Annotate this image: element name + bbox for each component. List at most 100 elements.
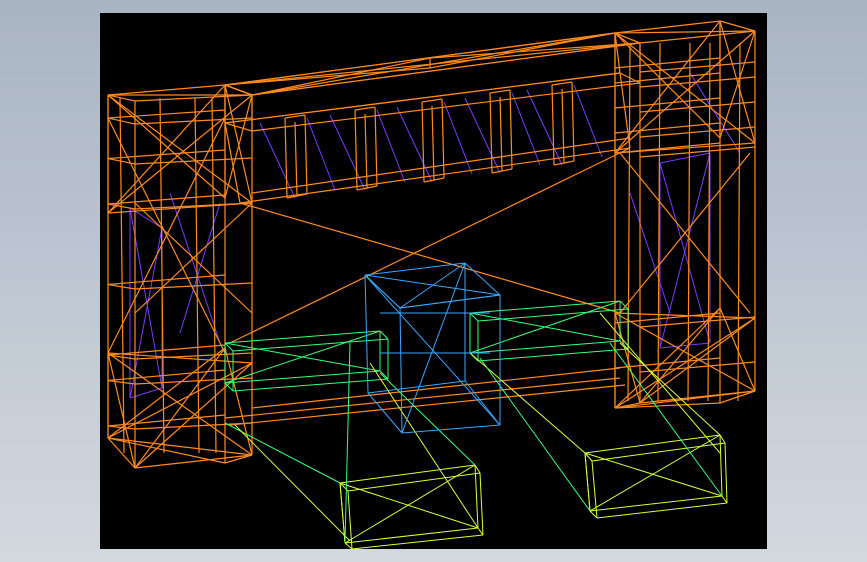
left-rail [379, 330, 389, 340]
left-foot [351, 534, 484, 549]
central-cube [364, 262, 501, 434]
lower-beam [251, 367, 621, 409]
cube-diagonal [401, 262, 466, 434]
left-column-edge [107, 84, 226, 96]
top-beam-brace [251, 42, 641, 96]
left-column-brace [107, 84, 226, 214]
right-column-brace [614, 390, 756, 409]
truss-diagonals [129, 72, 741, 399]
cube-edge [399, 307, 403, 434]
right-column-post [687, 42, 691, 402]
truss-bay [441, 98, 445, 179]
right-foot [719, 434, 723, 497]
left-column-band [107, 283, 136, 290]
top-beam-edge [614, 32, 641, 44]
left-column-post [159, 97, 165, 454]
truss-bay [551, 81, 573, 86]
top-beam-edge [251, 82, 641, 132]
cube-edge [367, 392, 403, 434]
left-inner-diagonal [169, 192, 221, 344]
truss-diagonal [306, 117, 336, 191]
wireframe-model [107, 20, 756, 549]
truss-bay [284, 117, 288, 199]
right-inner-diagonal [689, 72, 741, 154]
left-column-post [119, 97, 125, 454]
right-column-brace [719, 30, 756, 139]
left-column-band [107, 194, 226, 205]
left-column-post [194, 97, 200, 454]
right-column-edge [719, 20, 756, 32]
right-column-brace [719, 20, 756, 144]
cube-edge [401, 424, 501, 434]
left-column-brace [107, 352, 136, 469]
leg-brace [479, 357, 591, 512]
leg-brace [234, 424, 351, 542]
right-inner-diagonal [629, 192, 671, 314]
truss-bay [509, 89, 513, 170]
cad-viewport[interactable] [100, 13, 767, 549]
truss-bay-post [561, 88, 565, 164]
right-foot [591, 442, 726, 462]
left-foot-diag [344, 464, 476, 544]
left-foot [347, 472, 481, 492]
top-beam-brace [224, 32, 616, 86]
right-foot-diag [584, 452, 591, 512]
truss-bay [304, 114, 308, 195]
right-rail-diag [469, 300, 621, 354]
truss-bay [571, 81, 575, 162]
truss-bay [354, 106, 376, 111]
left-rail [379, 370, 389, 380]
top-beam-brace [224, 84, 253, 96]
truss-bay-post [431, 105, 435, 181]
top-beam-brace [251, 32, 616, 96]
left-column-edge [134, 454, 253, 469]
right-column-brace [614, 312, 756, 319]
left-column-edge [107, 437, 226, 464]
left-column-band [107, 344, 226, 356]
right-inner-panel [659, 342, 711, 349]
truss-bay [551, 84, 555, 166]
opening-diagonal [239, 202, 621, 314]
truss-bay [421, 98, 443, 103]
cube-diagonal [399, 294, 501, 309]
truss-diagonal [259, 122, 296, 199]
left-column-brace [134, 362, 253, 469]
right-foot [584, 434, 721, 454]
right-column-brace [719, 307, 756, 392]
left-column-band [107, 117, 136, 125]
truss-bay [374, 106, 378, 187]
left-foot [474, 464, 479, 529]
truss-bay-post [294, 121, 298, 197]
gantry-frame [107, 20, 756, 469]
right-foot [589, 495, 723, 512]
right-foot-diag [589, 434, 721, 512]
leg-brace [369, 362, 479, 529]
top-beam-chord [239, 147, 631, 204]
left-foot [344, 527, 479, 544]
top-beam-edge [614, 32, 621, 74]
truss-bay [489, 89, 511, 94]
top-beam-brace [251, 57, 431, 96]
left-foot [344, 542, 353, 549]
right-foot [724, 442, 728, 504]
cube-top-diagonal [364, 274, 401, 309]
right-column-brace [614, 307, 721, 409]
right-column-brace [614, 142, 756, 154]
cube-edge [364, 274, 369, 394]
left-foot [479, 472, 484, 536]
right-foot [721, 495, 728, 504]
top-beam-edge [224, 122, 253, 132]
right-foot [596, 502, 728, 519]
truss-diagonal [573, 84, 603, 158]
left-column-brace [107, 94, 226, 199]
truss-bay [489, 92, 493, 174]
truss-bay [421, 101, 425, 183]
top-beam-brace [429, 42, 641, 59]
right-column-brace [614, 32, 721, 139]
left-column-band [107, 379, 136, 385]
right-column-post [737, 42, 741, 402]
right-foot [719, 434, 726, 444]
left-rail-diag [224, 330, 381, 384]
right-column-brace [614, 20, 721, 154]
lower-beam [224, 377, 621, 419]
